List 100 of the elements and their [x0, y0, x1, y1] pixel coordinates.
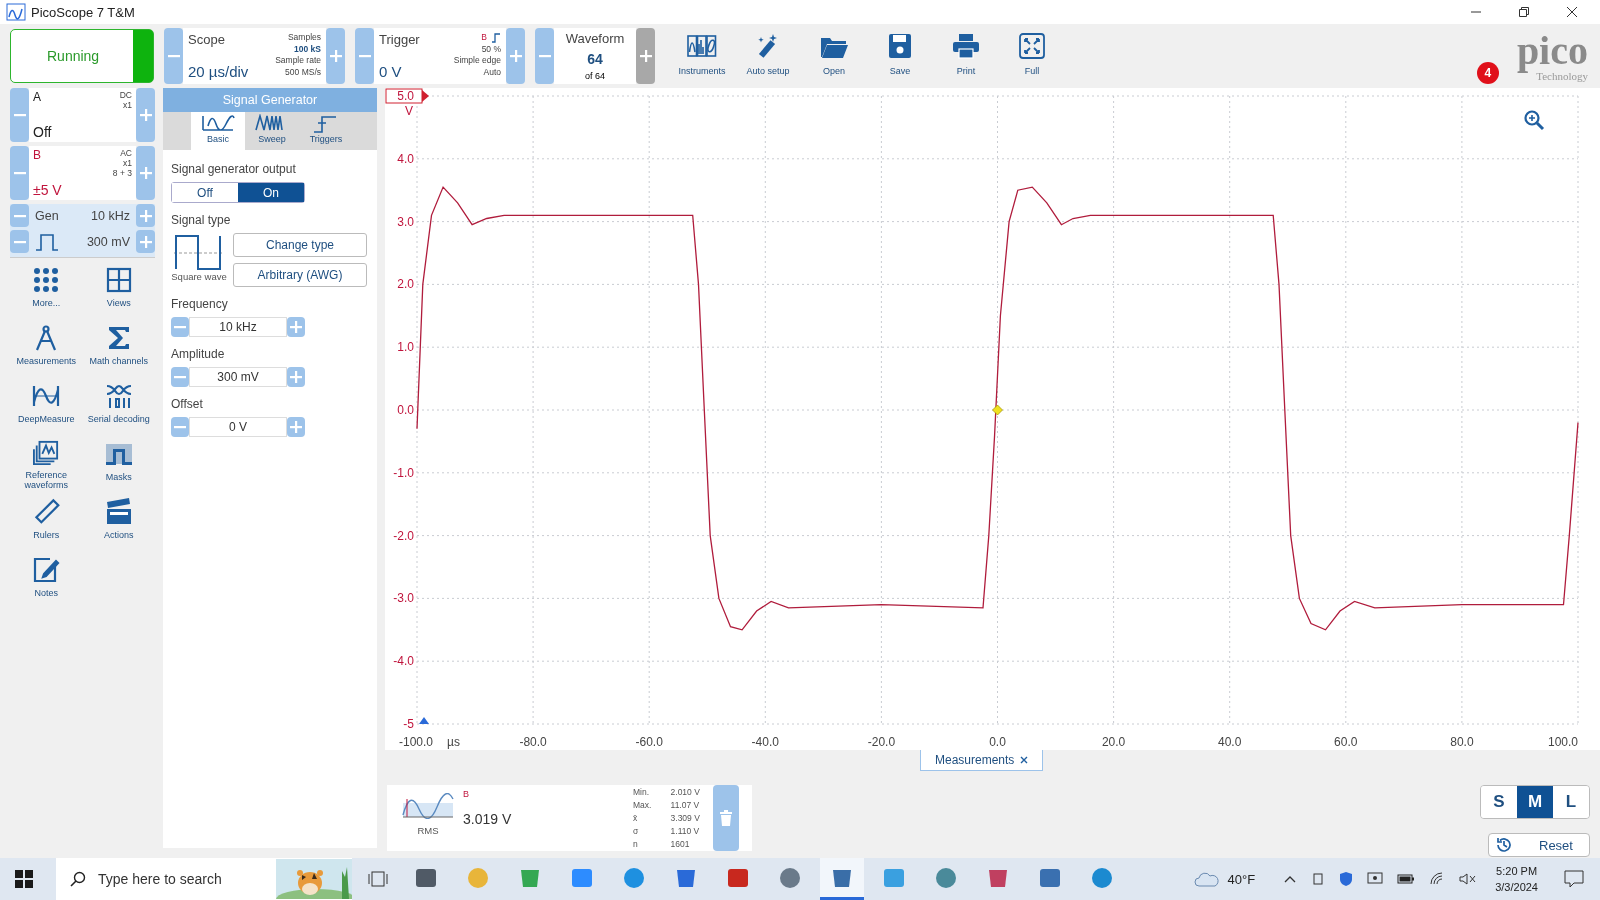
axis-label: -60.0 [635, 735, 663, 749]
channel-increase-button[interactable] [136, 146, 155, 200]
timebase-decrease-button[interactable] [164, 28, 183, 84]
tool-button[interactable]: DeepMeasure [10, 382, 83, 432]
waveform-panel[interactable]: Waveform 64 of 64 [554, 28, 636, 84]
decrease-button[interactable] [171, 417, 189, 437]
toolbar-button[interactable]: Open [801, 28, 867, 84]
increase-button[interactable] [287, 367, 305, 387]
binary-icon [104, 382, 133, 410]
axis-label: 2.0 [397, 277, 414, 292]
axis-unit: V [405, 104, 413, 118]
value-field[interactable]: 0 V [189, 417, 287, 437]
samples-label: Samples [287, 32, 321, 44]
plus-icon [290, 421, 302, 433]
notification-badge[interactable]: 4 [1476, 62, 1499, 84]
tab[interactable]: Triggers [299, 112, 353, 150]
search-icon [70, 871, 86, 887]
increase-button[interactable] [287, 317, 305, 337]
monitor-icon[interactable] [1367, 872, 1384, 886]
delete-button[interactable] [713, 785, 739, 851]
timebase-increase-button[interactable] [326, 28, 345, 84]
shield-icon[interactable] [1339, 871, 1354, 887]
toolbar-button[interactable]: Full [999, 28, 1065, 84]
tool-button[interactable]: Measurements [10, 324, 83, 374]
close-icon [1566, 6, 1578, 18]
taskbar-app[interactable] [820, 858, 864, 900]
measurements-tab[interactable]: Measurements [920, 750, 1044, 771]
axis-top-marker[interactable] [385, 88, 429, 104]
size-option[interactable]: M [1517, 786, 1553, 818]
task-view-icon[interactable] [368, 870, 388, 888]
clock-date[interactable]: 3/3/2024 [1495, 879, 1538, 895]
toolbar-button[interactable]: Instruments [669, 28, 735, 84]
type-button[interactable]: Arbitrary (AWG) [233, 263, 367, 287]
battery-icon[interactable] [1397, 873, 1416, 885]
toolbar-button[interactable]: Save [867, 28, 933, 84]
trigger-increase-button[interactable] [506, 28, 525, 84]
tool-button[interactable]: Notes [10, 556, 83, 606]
run-button[interactable]: Running [10, 29, 154, 83]
cloud-icon [1193, 871, 1220, 887]
muted-speaker-icon[interactable] [1459, 872, 1478, 886]
close-icon[interactable] [1020, 756, 1029, 764]
probe-label: x1 [123, 100, 132, 110]
increase-button[interactable] [287, 417, 305, 437]
trigger-panel[interactable]: Trigger 0 V B 50 % Simple edge Auto [374, 28, 506, 84]
plus-icon [290, 371, 302, 383]
tool-button[interactable]: More... [10, 266, 83, 316]
clock-time[interactable]: 5:20 PM [1496, 863, 1538, 879]
zoom-icon[interactable] [1524, 110, 1545, 131]
tab[interactable]: Sweep [245, 112, 299, 150]
stat-label: σ [633, 825, 640, 838]
tool-button[interactable]: Masks [82, 440, 155, 490]
tool-button[interactable]: Views [82, 266, 155, 316]
measurement-value: 3.019 V [463, 811, 513, 827]
toggle-option[interactable]: On [238, 183, 304, 202]
tool-button[interactable]: Math channels [82, 324, 155, 374]
channel-increase-button[interactable] [136, 88, 155, 142]
measurement-name: RMS [417, 825, 439, 836]
tab[interactable]: Basic [191, 112, 245, 150]
tablet-icon[interactable] [1311, 872, 1326, 886]
amplitude-decrease-button[interactable] [10, 230, 29, 253]
timebase-panel[interactable]: Scope 20 µs/div Samples 100 kS Sample rate 500 MS/s [183, 28, 326, 84]
value-field[interactable]: 300 mV [189, 367, 287, 387]
waveform-next-button[interactable] [636, 28, 655, 84]
decrease-button[interactable] [171, 317, 189, 337]
axis-label: 3.0 [397, 214, 414, 229]
value-field[interactable]: 10 kHz [189, 317, 287, 337]
rising-edge-icon [491, 32, 501, 43]
field-label: Frequency [171, 297, 229, 311]
notifications-icon[interactable] [1564, 870, 1584, 888]
stat-value: 1601 [670, 838, 691, 851]
axis-label: -5 [403, 717, 414, 731]
waveform-previous-button[interactable] [535, 28, 554, 84]
axis-label: 40.0 [1218, 735, 1242, 749]
channel-decrease-button[interactable] [10, 88, 29, 142]
ruler-marker[interactable] [419, 717, 429, 724]
amplitude-increase-button[interactable] [136, 230, 155, 253]
size-option[interactable]: S [1481, 786, 1517, 818]
tool-button[interactable]: Reference waveforms [10, 440, 83, 490]
frequency-decrease-button[interactable] [10, 204, 29, 227]
trigger-decrease-button[interactable] [355, 28, 374, 84]
tool-button[interactable]: Rulers [10, 498, 83, 548]
tool-button[interactable]: Actions [82, 498, 155, 548]
channel-panel[interactable]: B AC x1 8 + 3 ±5 V [29, 146, 136, 200]
reset-button[interactable]: Reset [1488, 833, 1590, 857]
toolbar-button[interactable]: Auto setup [735, 28, 801, 84]
search-field[interactable]: Type here to search [56, 858, 352, 900]
channel-panel[interactable]: A DC x1 Off [29, 88, 136, 142]
weather-temperature[interactable]: 40°F [1227, 871, 1256, 887]
signal-type-label: Signal type [171, 213, 232, 227]
toolbar-button[interactable]: Print [933, 28, 999, 84]
frequency-increase-button[interactable] [136, 204, 155, 227]
decrease-button[interactable] [171, 367, 189, 387]
channel-decrease-button[interactable] [10, 146, 29, 200]
scope-title: Scope [188, 32, 226, 47]
type-button[interactable]: Change type [233, 233, 367, 257]
trigger-marker[interactable] [992, 404, 1003, 416]
window-title: PicoScope 7 T&M [31, 4, 135, 20]
history-icon [1495, 836, 1513, 854]
tool-button[interactable]: Serial decoding [82, 382, 155, 432]
size-option[interactable]: L [1553, 786, 1589, 818]
